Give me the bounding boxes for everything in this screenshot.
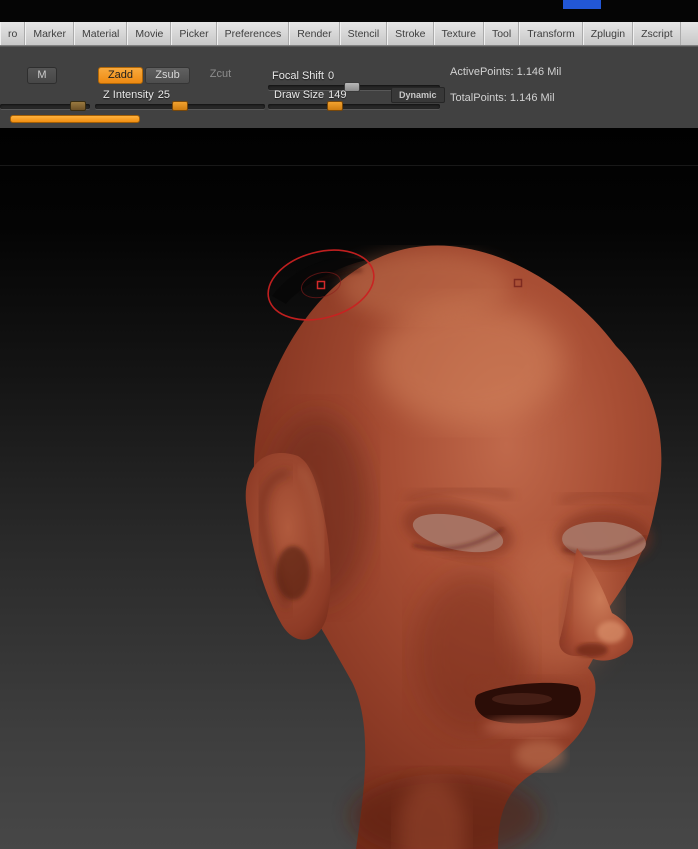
left-partial-slider[interactable] — [0, 101, 90, 111]
focal-shift-label-text: Focal Shift — [272, 70, 324, 82]
sculpt-head-svg — [245, 245, 662, 849]
sculpted-head — [245, 245, 662, 849]
top-title-bar — [0, 0, 698, 22]
menu-item-macro-partial[interactable]: ro — [0, 22, 26, 45]
draw-size-value: 149 — [328, 89, 347, 101]
menu-item-picker[interactable]: Picker — [171, 22, 217, 45]
menu-item-zplugin[interactable]: Zplugin — [582, 22, 634, 45]
draw-size-label: Draw Size 149 — [274, 89, 346, 101]
zsub-button[interactable]: Zsub — [145, 67, 190, 84]
menu-item-transform[interactable]: Transform — [519, 22, 583, 45]
m-mode-button[interactable]: M — [27, 67, 57, 84]
eye-left-closed — [556, 510, 652, 566]
dynamic-mode-button[interactable]: Dynamic — [391, 87, 445, 103]
menu-item-stroke[interactable]: Stroke — [387, 22, 434, 45]
zbrush-window: ro Marker Material Movie Picker Preferen… — [0, 0, 698, 849]
orange-progress-bar[interactable] — [10, 115, 140, 123]
brush-center-marker — [316, 280, 326, 290]
skull-top-highlight — [340, 252, 510, 320]
draw-size-handle[interactable] — [327, 101, 343, 111]
main-menu-bar: ro Marker Material Movie Picker Preferen… — [0, 22, 698, 46]
zcut-button[interactable]: Zcut — [198, 67, 243, 84]
menu-item-render[interactable]: Render — [289, 22, 340, 45]
menu-item-texture[interactable]: Texture — [433, 22, 484, 45]
active-points-readout: ActivePoints: 1.146 Mil — [450, 66, 562, 78]
draw-size-label-text: Draw Size — [274, 89, 325, 101]
focal-shift-value: 0 — [327, 70, 335, 82]
total-points-readout: TotalPoints: 1.146 Mil — [450, 92, 555, 104]
topbar-blue-element[interactable] — [563, 0, 601, 9]
z-intensity-value: 25 — [157, 89, 170, 101]
draw-size-slider[interactable] — [268, 101, 440, 111]
forehead-highlight — [373, 301, 563, 425]
focal-shift-label: Focal Shift 0 — [272, 70, 334, 82]
sculpting-canvas[interactable] — [0, 128, 698, 849]
menu-item-material[interactable]: Material — [74, 22, 128, 45]
z-intensity-slider[interactable] — [95, 101, 265, 111]
menu-item-zscript[interactable]: Zscript — [633, 22, 681, 45]
menu-item-tool[interactable]: Tool — [483, 22, 520, 45]
menu-item-marker[interactable]: Marker — [25, 22, 75, 45]
z-intensity-handle[interactable] — [172, 101, 188, 111]
zadd-button[interactable]: Zadd — [98, 67, 143, 84]
z-intensity-label: Z Intensity 25 — [103, 89, 170, 101]
left-partial-slider-handle[interactable] — [70, 101, 86, 111]
menu-item-preferences[interactable]: Preferences — [216, 22, 290, 45]
menu-item-movie[interactable]: Movie — [127, 22, 172, 45]
z-intensity-label-text: Z Intensity — [103, 89, 154, 101]
top-shelf-toolbar: M Zadd Zsub Zcut Focal Shift 0 Z Intensit… — [0, 46, 698, 128]
menu-item-stencil[interactable]: Stencil — [339, 22, 388, 45]
